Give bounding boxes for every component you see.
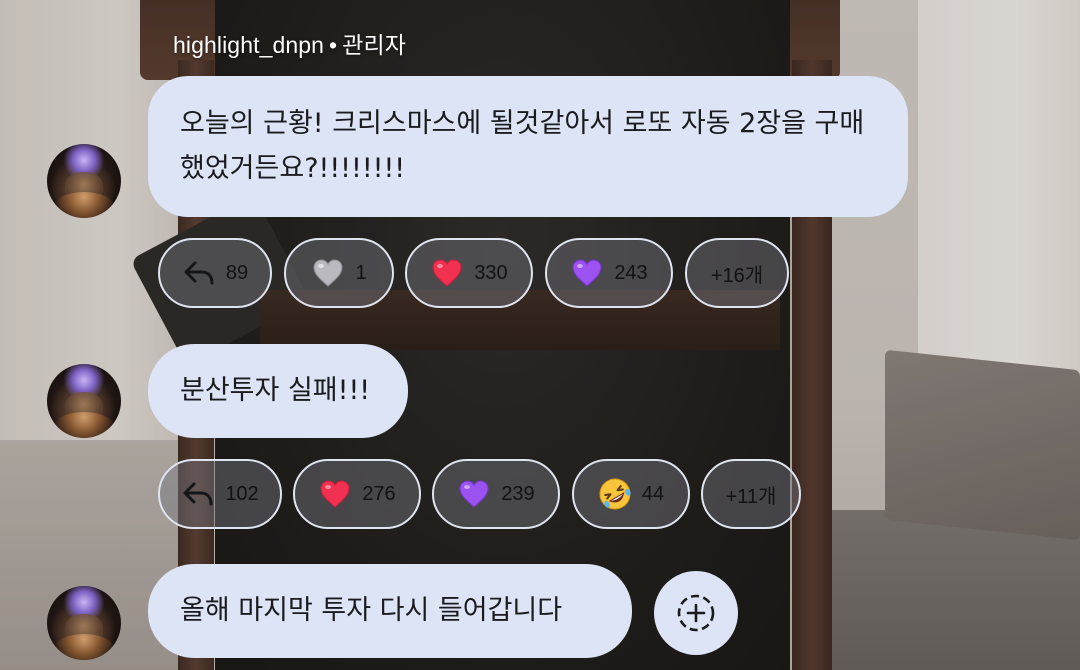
author-username[interactable]: highlight_dnpn: [173, 32, 324, 58]
reaction-purple-heart[interactable]: 239: [432, 459, 560, 529]
reaction-count: 1: [355, 261, 367, 284]
reaction-count: 44: [641, 482, 665, 505]
more-reactions-label: +11개: [725, 485, 777, 508]
message-text: 오늘의 근황! 크리스마스에 될것같아서 로또 자동 2장을 구매했었거든요?!…: [180, 108, 865, 184]
reaction-purple-heart[interactable]: 243: [545, 238, 673, 308]
message-bubble[interactable]: 분산투자 실패!!!: [148, 344, 408, 438]
more-reactions-button[interactable]: +11개: [701, 459, 801, 529]
avatar[interactable]: [47, 364, 121, 438]
author-separator: •: [329, 32, 338, 58]
avatar[interactable]: [47, 586, 121, 660]
chat-overlay: highlight_dnpn • 관리자 오늘의 근황! 크리스마스에 될것같아서 …: [0, 0, 1080, 670]
message-text: 분산투자 실패!!!: [180, 375, 371, 406]
reaction-grey-heart[interactable]: 1: [284, 238, 394, 308]
red-heart-icon: [318, 477, 352, 511]
message-text: 올해 마지막 투자 다시 들어갑니다: [180, 595, 563, 626]
reply-button[interactable]: 102: [158, 459, 282, 529]
reaction-red-heart[interactable]: 276: [293, 459, 421, 529]
reply-count: 89: [225, 261, 249, 284]
reaction-rofl[interactable]: 44: [572, 459, 690, 529]
more-reactions-button[interactable]: +16개: [685, 238, 789, 308]
avatar[interactable]: [47, 144, 121, 218]
more-reactions-label: +16개: [710, 264, 764, 287]
grey-heart-icon: [311, 256, 345, 290]
add-reaction-icon: [674, 591, 718, 635]
message-bubble[interactable]: 오늘의 근황! 크리스마스에 될것같아서 로또 자동 2장을 구매했었거든요?!…: [148, 76, 908, 217]
reaction-count: 276: [362, 482, 396, 505]
author-role: 관리자: [342, 32, 406, 58]
reaction-count: 239: [501, 482, 535, 505]
reaction-count: 330: [474, 261, 508, 284]
rofl-emoji-icon: [598, 477, 632, 511]
add-reaction-button[interactable]: [654, 571, 738, 655]
purple-heart-icon: [570, 256, 604, 290]
message-author-line: highlight_dnpn • 관리자: [173, 26, 406, 60]
reply-arrow-icon: [182, 256, 216, 290]
message-bubble[interactable]: 올해 마지막 투자 다시 들어갑니다: [148, 564, 632, 658]
reply-button[interactable]: 89: [158, 238, 272, 308]
purple-heart-icon: [457, 477, 491, 511]
reaction-count: 243: [614, 261, 648, 284]
reaction-red-heart[interactable]: 330: [405, 238, 533, 308]
reply-count: 102: [225, 482, 259, 505]
reply-arrow-icon: [181, 477, 215, 511]
red-heart-icon: [430, 256, 464, 290]
